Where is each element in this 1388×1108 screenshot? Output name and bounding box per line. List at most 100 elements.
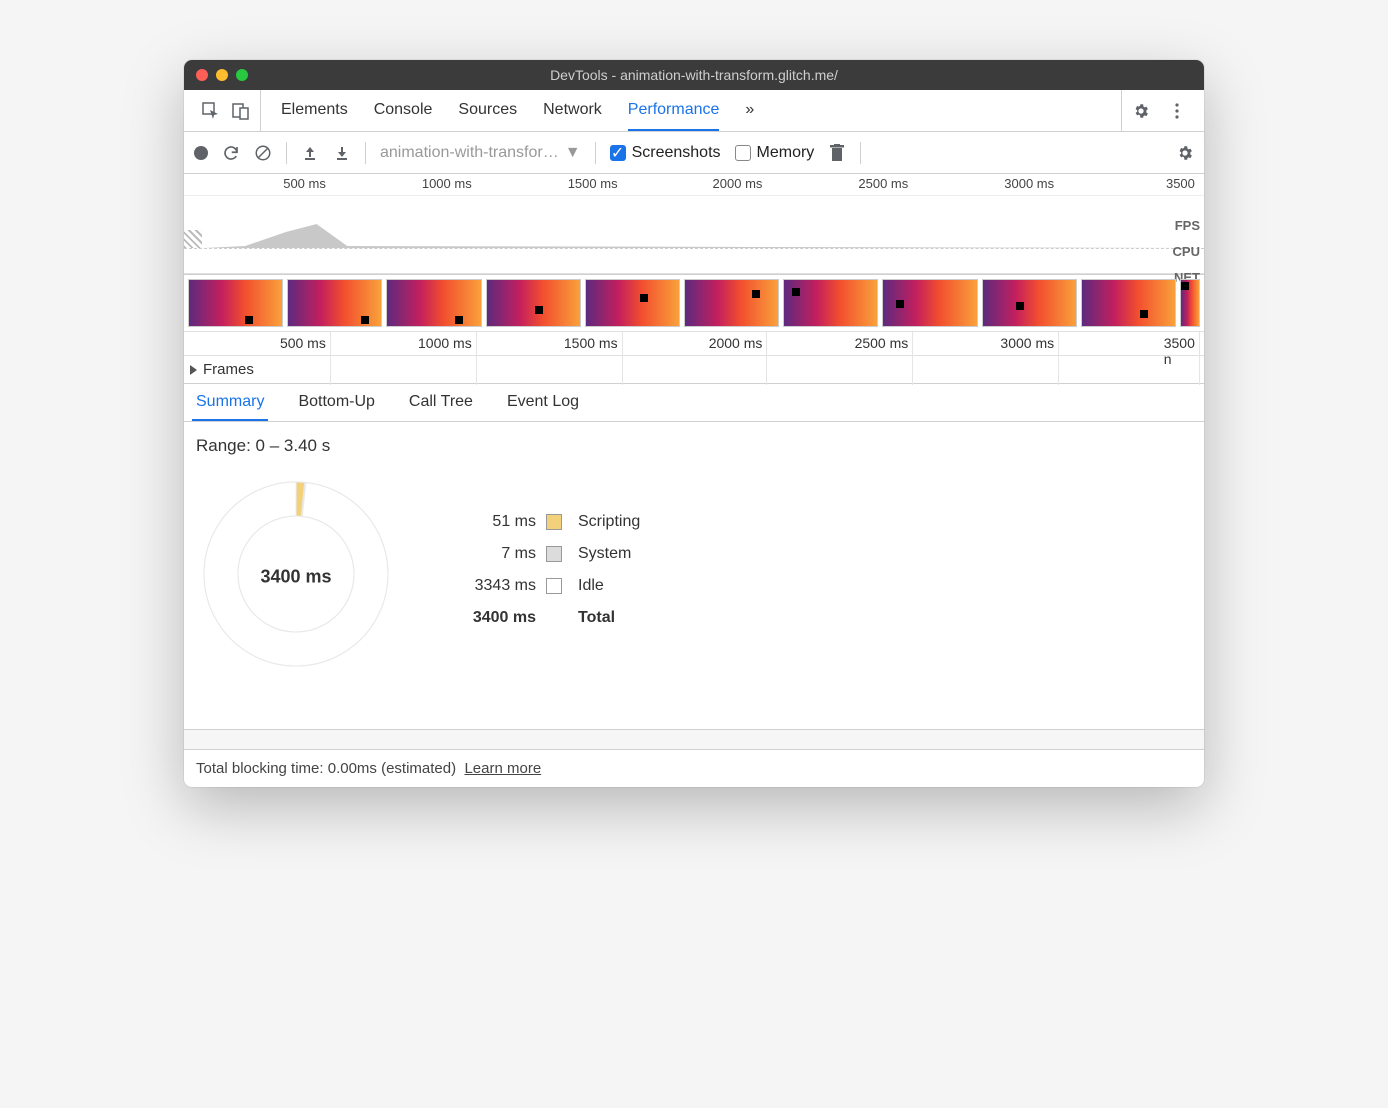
legend-row: 3400 ms Total [456,609,640,627]
screenshot-thumb[interactable] [982,279,1077,327]
legend-row: 3343 ms Idle [456,577,640,595]
animated-square-icon [752,290,760,298]
memory-checkbox[interactable]: Memory [735,144,815,162]
legend-value: 7 ms [456,545,536,563]
timeline-gridline [1058,332,1059,385]
screenshot-thumb[interactable] [188,279,283,327]
animated-square-icon [361,316,369,324]
animated-square-icon [1181,282,1189,290]
timeline-gridline [622,332,623,385]
save-profile-icon[interactable] [333,144,351,162]
cpu-spark [184,222,1204,248]
overview-tick: 1500 ms [568,176,622,191]
screenshots-label: Screenshots [632,144,721,162]
animated-square-icon [792,288,800,296]
legend-label: System [578,545,640,563]
settings-icon[interactable] [1132,102,1150,120]
animated-square-icon [455,316,463,324]
detail-tab-summary[interactable]: Summary [192,384,268,421]
legend-value: 3343 ms [456,577,536,595]
overview-tick: 3000 ms [1004,176,1058,191]
reload-button[interactable] [222,144,240,162]
profile-selector[interactable]: animation-with-transfor… ▼ [380,144,581,162]
timeline-gridline [330,332,331,385]
overview-tick: 1000 ms [422,176,476,191]
window-title: DevTools - animation-with-transform.glit… [196,67,1192,83]
device-toggle-icon[interactable] [232,102,250,120]
main-tabbar: Elements Console Sources Network Performance… [184,90,1204,132]
profile-name: animation-with-transfor… [380,144,559,162]
footer-bar: Total blocking time: 0.00ms (estimated) … [184,749,1204,787]
summary-legend: 51 ms Scripting 7 ms System 3343 ms Idle 3400 … [456,513,640,641]
legend-label: Idle [578,577,640,595]
screenshot-thumb[interactable] [287,279,382,327]
detail-tabs: Summary Bottom-Up Call Tree Event Log [184,384,1204,422]
overview-panel[interactable]: 500 ms1000 ms1500 ms2000 ms2500 ms3000 m… [184,174,1204,275]
timeline-tick: 2500 ms [855,335,913,351]
overview-tick: 2500 ms [858,176,912,191]
screenshot-filmstrip[interactable] [184,275,1204,332]
legend-value: 51 ms [456,513,536,531]
overview-ruler: 500 ms1000 ms1500 ms2000 ms2500 ms3000 m… [184,174,1204,196]
screenshot-thumb[interactable] [1081,279,1176,327]
tab-console[interactable]: Console [374,90,433,131]
minimize-window-button[interactable] [216,69,228,81]
timeline-gridline [1199,332,1200,385]
animated-square-icon [640,294,648,302]
timeline-tick: 2000 ms [709,335,767,351]
legend-swatch [546,546,562,562]
donut-center-label: 3400 ms [260,566,331,587]
timeline-ruler[interactable]: 500 ms1000 ms1500 ms2000 ms2500 ms3000 m… [184,332,1204,356]
screenshot-thumb[interactable] [386,279,481,327]
screenshot-thumb[interactable] [585,279,680,327]
inspect-element-icon[interactable] [202,102,220,120]
zoom-window-button[interactable] [236,69,248,81]
tab-elements[interactable]: Elements [281,90,348,131]
overview-tick: 2000 ms [713,176,767,191]
record-button[interactable] [194,146,208,160]
screenshot-thumb[interactable] [1180,279,1200,327]
capture-settings-icon[interactable] [1176,144,1194,162]
load-profile-icon[interactable] [301,144,319,162]
animated-square-icon [896,300,904,308]
screenshots-checkbox[interactable]: ✓ Screenshots [610,144,721,162]
tab-performance[interactable]: Performance [628,90,720,131]
devtools-window: DevTools - animation-with-transform.glit… [184,60,1204,787]
detail-tab-event-log[interactable]: Event Log [503,384,583,421]
screenshot-thumb[interactable] [783,279,878,327]
screenshot-thumb[interactable] [882,279,977,327]
detail-tab-bottom-up[interactable]: Bottom-Up [294,384,378,421]
timeline-tick: 1500 ms [564,335,622,351]
legend-row: 51 ms Scripting [456,513,640,531]
legend-label: Scripting [578,513,640,531]
legend-label: Total [578,609,640,627]
legend-value: 3400 ms [456,609,536,627]
frames-track-header[interactable]: Frames [184,356,1204,384]
screenshot-thumb[interactable] [684,279,779,327]
checkbox-unchecked-icon [735,145,751,161]
learn-more-link[interactable]: Learn more [464,760,541,777]
titlebar: DevTools - animation-with-transform.glit… [184,60,1204,90]
timeline-gridline [912,332,913,385]
performance-toolbar: animation-with-transfor… ▼ ✓ Screenshots… [184,132,1204,174]
kebab-menu-icon[interactable] [1168,102,1186,120]
checkbox-checked-icon: ✓ [610,145,626,161]
timeline-tick: 1000 ms [418,335,476,351]
tab-sources[interactable]: Sources [458,90,517,131]
summary-donut-chart: 3400 ms [196,474,396,679]
frames-label: Frames [203,361,254,378]
traffic-lights [196,69,248,81]
garbage-collect-icon[interactable] [828,144,846,162]
overview-tick: 3500 [1166,176,1199,191]
range-label: Range: 0 – 3.40 s [196,436,1192,456]
animated-square-icon [535,306,543,314]
screenshot-thumb[interactable] [486,279,581,327]
timeline-gridline [476,332,477,385]
resize-gutter[interactable] [184,729,1204,749]
tabs-overflow-button[interactable]: » [745,90,754,131]
detail-tab-call-tree[interactable]: Call Tree [405,384,477,421]
close-window-button[interactable] [196,69,208,81]
clear-button[interactable] [254,144,272,162]
tab-network[interactable]: Network [543,90,602,131]
timeline-gridline [766,332,767,385]
